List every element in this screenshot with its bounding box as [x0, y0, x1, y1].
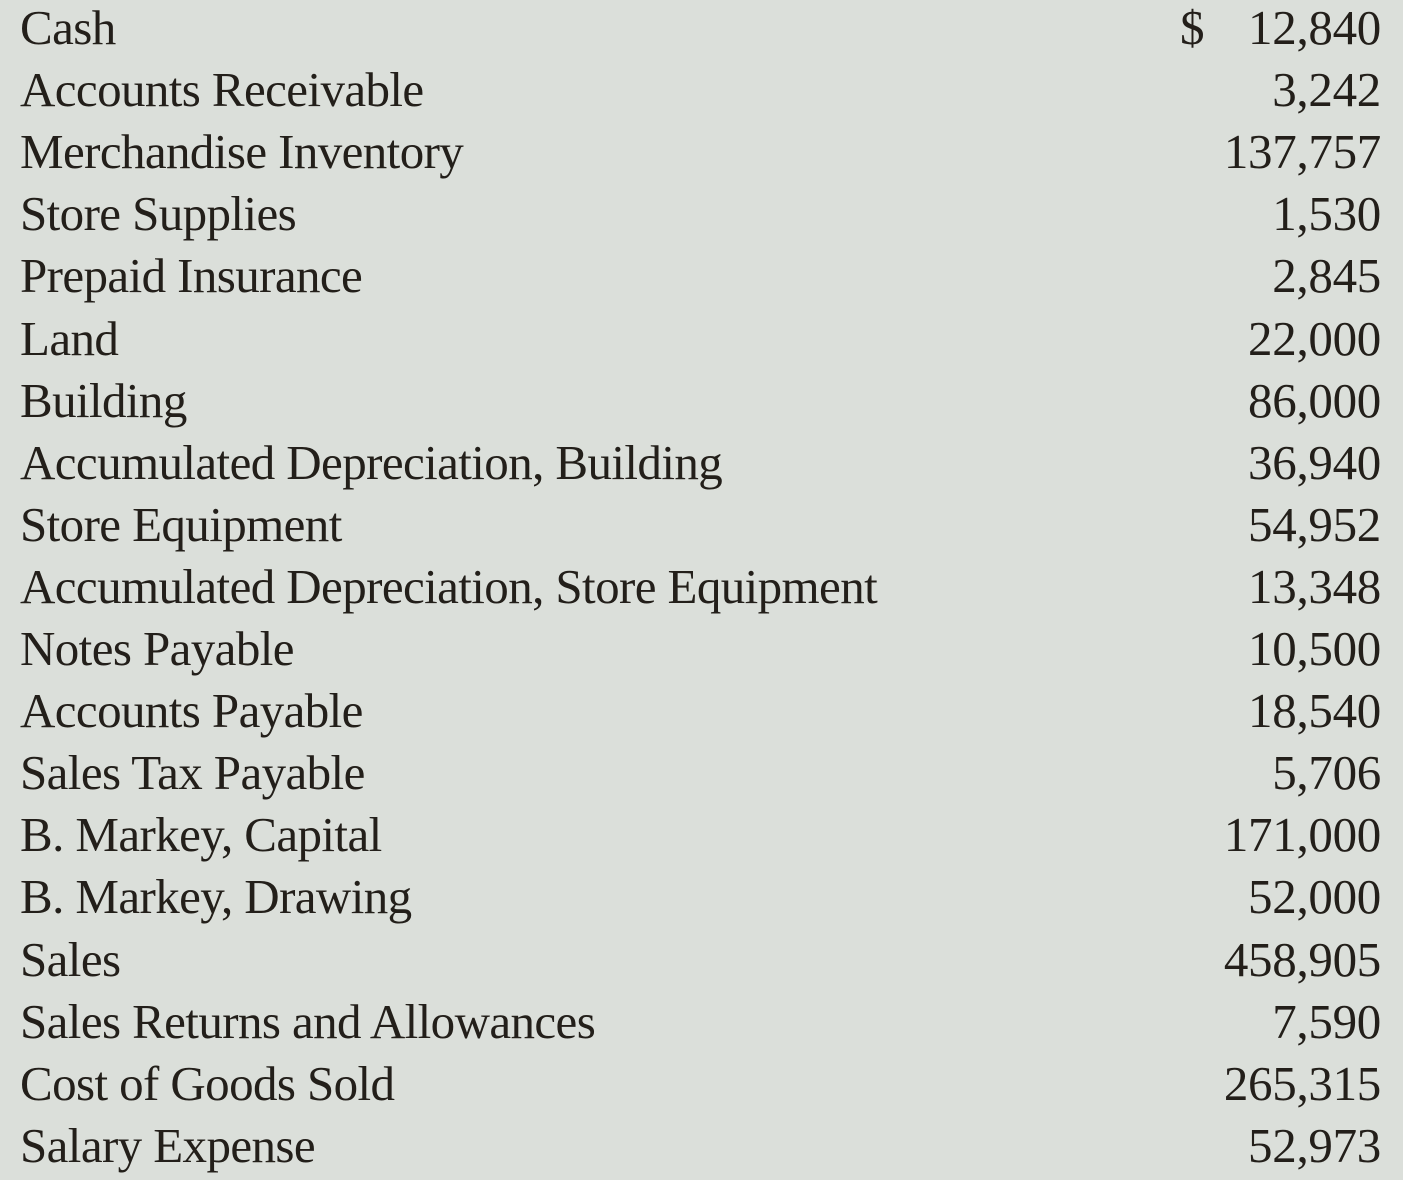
account-row: Sales Returns and Allowances 7,590 [0, 994, 1403, 1056]
account-amount: 52,973 [1248, 1117, 1381, 1173]
account-row: Merchandise Inventory 137,757 [0, 124, 1403, 186]
account-row: Building 86,000 [0, 373, 1403, 435]
account-row: Accounts Receivable 3,242 [0, 62, 1403, 124]
account-amount: 10,500 [1248, 621, 1381, 676]
account-row: Sales 458,905 [0, 932, 1403, 994]
account-name: B. Markey, Capital [20, 807, 382, 863]
account-row: Accumulated Depreciation, Building 36,940 [0, 435, 1403, 497]
account-row: Cost of Goods Sold 265,315 [0, 1056, 1403, 1118]
account-name: Accounts Receivable [20, 62, 424, 118]
account-name: Accumulated Depreciation, Building [20, 434, 723, 490]
account-amount: 18,540 [1248, 683, 1381, 739]
account-name: B. Markey, Drawing [20, 869, 412, 925]
account-row: Store Equipment 54,952 [0, 497, 1403, 559]
account-amount: 1,530 [1272, 186, 1381, 242]
currency-symbol: $ [1180, 0, 1205, 55]
account-amount: 13,348 [1248, 558, 1381, 614]
account-name: Salary Expense [20, 1117, 316, 1173]
account-name: Cost of Goods Sold [20, 1055, 395, 1111]
account-amount: 265,315 [1223, 1055, 1381, 1111]
account-amount: 12,840 [1248, 0, 1381, 55]
account-amount: 86,000 [1248, 372, 1381, 428]
account-row: B. Markey, Capital 171,000 [0, 807, 1403, 869]
account-name: Prepaid Insurance [20, 248, 363, 304]
account-amount: 171,000 [1223, 807, 1381, 863]
account-row: Cash $12,840 [0, 0, 1403, 62]
account-amount: 137,757 [1223, 124, 1381, 180]
account-amount: 52,000 [1248, 869, 1381, 925]
account-amount: 54,952 [1248, 496, 1381, 552]
account-amount: 36,940 [1248, 434, 1381, 490]
account-row: Sales Tax Payable 5,706 [0, 745, 1403, 807]
account-amount: 458,905 [1223, 931, 1381, 987]
account-amount: 5,706 [1272, 745, 1381, 801]
account-row: Notes Payable 10,500 [0, 621, 1403, 683]
account-row: B. Markey, Drawing 52,000 [0, 869, 1403, 931]
account-name: Store Supplies [20, 186, 297, 242]
account-name: Sales [20, 931, 121, 987]
account-balance-list: Cash $12,840 Accounts Receivable 3,242 Merch… [0, 0, 1403, 1179]
account-name: Accounts Payable [20, 683, 363, 739]
account-name: Accumulated Depreciation, Store Equipmen… [20, 558, 878, 614]
account-name: Merchandise Inventory [20, 124, 464, 180]
account-row: Land 22,000 [0, 311, 1403, 373]
account-row: Accumulated Depreciation, Store Equipmen… [0, 559, 1403, 621]
account-amount: 2,845 [1272, 248, 1381, 304]
account-name: Cash [20, 0, 116, 55]
account-row: Prepaid Insurance 2,845 [0, 248, 1403, 310]
account-name: Notes Payable [20, 621, 294, 676]
account-row: Store Supplies 1,530 [0, 186, 1403, 248]
account-name: Land [20, 310, 119, 366]
account-amount: 22,000 [1248, 310, 1381, 366]
account-amount: 7,590 [1272, 993, 1381, 1049]
account-row: Salary Expense 52,973 [0, 1118, 1403, 1180]
account-row: Accounts Payable 18,540 [0, 683, 1403, 745]
account-name: Store Equipment [20, 496, 342, 552]
account-name: Building [20, 372, 187, 428]
account-name: Sales Returns and Allowances [20, 993, 596, 1049]
account-name: Sales Tax Payable [20, 745, 365, 801]
account-amount: 3,242 [1272, 62, 1381, 118]
